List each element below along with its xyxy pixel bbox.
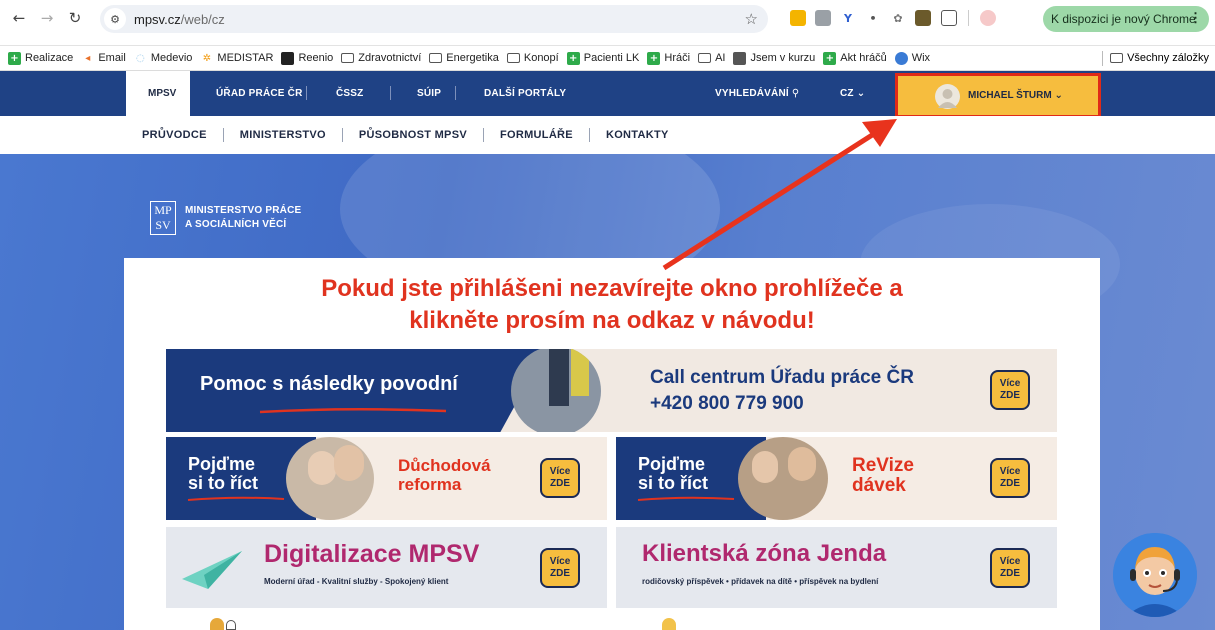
digitalization-subtitle: Moderní úřad - Kvalitní služby - Spokoje… — [264, 577, 449, 586]
zde-label: ZDE — [550, 568, 570, 579]
flood-photo — [511, 349, 601, 432]
chat-assistant-button[interactable] — [1113, 533, 1197, 617]
face-shape — [308, 451, 336, 485]
warning-message: Pokud jste přihlášeni nezavírejte okno p… — [124, 273, 1100, 337]
talk-line2: si to říct — [188, 473, 259, 493]
red-underline-swoosh — [259, 407, 447, 414]
face-shape — [788, 447, 816, 481]
helmet-icon — [226, 620, 236, 630]
vice-label: Více — [549, 556, 571, 567]
jenda-banner[interactable]: Klientská zóna Jenda rodičovský příspěve… — [616, 527, 1057, 608]
talk-text: Pojďme si to říct — [638, 455, 708, 493]
revize-line2: dávek — [852, 475, 906, 496]
raincoat-shape — [571, 349, 589, 396]
jenda-title: Klientská zóna Jenda — [642, 540, 887, 567]
red-underline-swoosh — [187, 496, 285, 501]
talk-text: Pojďme si to říct — [188, 455, 258, 493]
talk-line2: si to říct — [638, 473, 709, 493]
call-centre-phone: +420 800 779 900 — [650, 393, 804, 414]
more-here-button[interactable]: Více ZDE — [990, 548, 1030, 588]
jenda-subtitle: rodičovský příspěvek • přídavek na dítě … — [642, 577, 879, 586]
call-centre-title: Call centrum Úřadu práce ČR — [650, 367, 914, 388]
next-banner-partial — [166, 614, 607, 630]
pension-reform-banner[interactable]: Pojďme si to říct Důchodová reforma Více ZD… — [166, 437, 607, 520]
more-here-button[interactable]: Více ZDE — [540, 458, 580, 498]
more-here-button[interactable]: Více ZDE — [990, 458, 1030, 498]
warning-line1: Pokud jste přihlášeni nezavírejte okno p… — [321, 275, 903, 302]
talk-line1: Pojďme — [188, 454, 255, 474]
vice-label: Více — [549, 466, 571, 477]
face-shape — [752, 451, 778, 483]
pension-line2: reforma — [398, 475, 462, 494]
talk-line1: Pojďme — [638, 454, 705, 474]
vice-label: Více — [999, 466, 1021, 477]
next-banner-partial — [616, 614, 1057, 630]
zde-label: ZDE — [1000, 478, 1020, 489]
zde-label: ZDE — [550, 478, 570, 489]
face-shape — [334, 445, 364, 481]
assistant-avatar-icon — [1113, 533, 1197, 617]
warning-line2: klikněte prosím na odkaz v návodu! — [409, 307, 815, 334]
revize-line1: ReVize — [852, 455, 914, 476]
boots-shape — [549, 349, 569, 406]
vice-label: Více — [999, 378, 1021, 389]
pension-text: Důchodová reforma — [398, 456, 491, 494]
helmet-icon — [210, 618, 224, 630]
revize-text: ReVize dávek — [852, 456, 914, 496]
revize-banner[interactable]: Pojďme si to říct ReVize dávek Více ZDE — [616, 437, 1057, 520]
zde-label: ZDE — [1000, 568, 1020, 579]
more-here-button[interactable]: Více ZDE — [990, 370, 1030, 410]
flood-banner-title: Pomoc s následky povodní — [200, 373, 458, 395]
helmet-icon — [662, 618, 676, 630]
pension-line1: Důchodová — [398, 456, 491, 475]
call-centre-banner[interactable]: Pomoc s následky povodní Call centrum Úř… — [166, 349, 1057, 432]
vice-label: Více — [999, 556, 1021, 567]
paper-plane-icon — [182, 551, 242, 589]
red-underline-swoosh — [637, 496, 735, 501]
more-here-button[interactable]: Více ZDE — [540, 548, 580, 588]
seniors-photo — [286, 437, 374, 520]
zde-label: ZDE — [1000, 390, 1020, 401]
digitalization-banner[interactable]: Digitalizace MPSV Moderní úřad - Kvalitn… — [166, 527, 607, 608]
family-photo — [738, 437, 828, 520]
digitalization-title: Digitalizace MPSV — [264, 540, 480, 568]
